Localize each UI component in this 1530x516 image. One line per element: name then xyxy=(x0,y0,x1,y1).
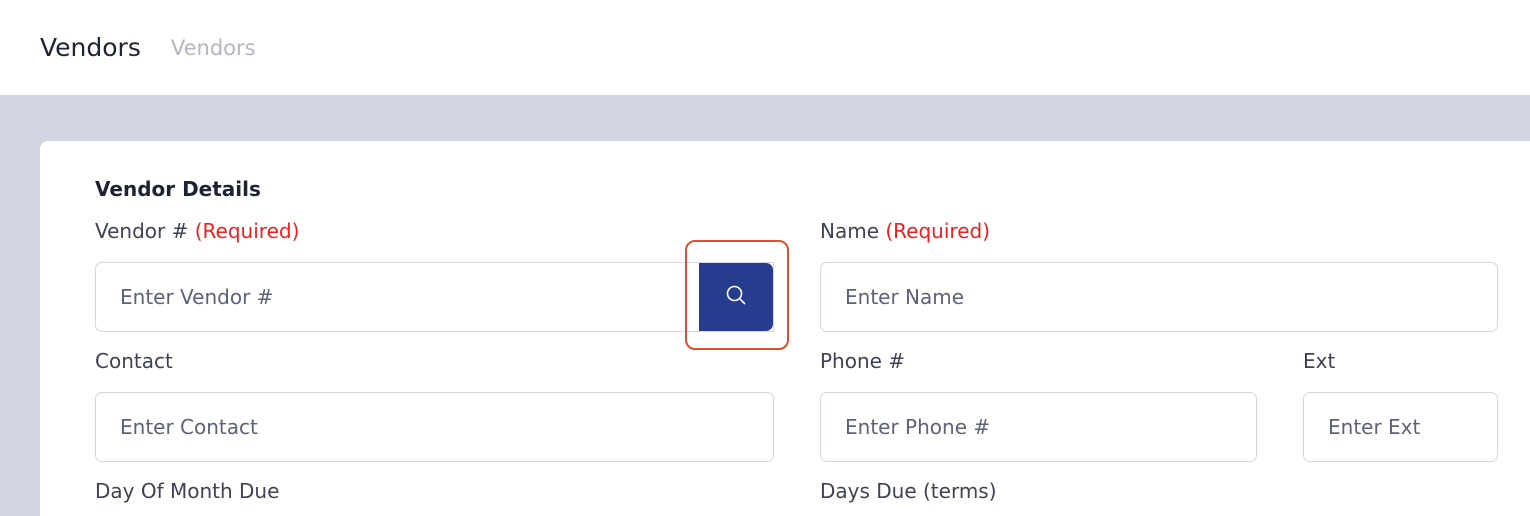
phone-input[interactable] xyxy=(820,392,1257,462)
required-indicator: (Required) xyxy=(194,219,300,243)
section-title: Vendor Details xyxy=(95,177,261,201)
vendor-details-card: Vendor Details Vendor # (Required) Name … xyxy=(40,141,1530,516)
required-indicator: (Required) xyxy=(885,219,990,243)
contact-label: Contact xyxy=(95,349,173,373)
vendor-number-label: Vendor # (Required) xyxy=(95,219,299,243)
highlight-box xyxy=(685,240,789,350)
phone-label: Phone # xyxy=(820,349,906,373)
days-due-label: Days Due (terms) xyxy=(820,479,997,503)
vendor-number-input[interactable] xyxy=(95,262,774,332)
page-title: Vendors xyxy=(40,33,141,62)
breadcrumb[interactable]: Vendors xyxy=(171,36,256,60)
ext-input[interactable] xyxy=(1303,392,1498,462)
contact-input[interactable] xyxy=(95,392,774,462)
day-of-month-due-label: Day Of Month Due xyxy=(95,479,280,503)
name-label: Name (Required) xyxy=(820,219,990,243)
name-label-text: Name xyxy=(820,219,880,243)
vendor-number-label-text: Vendor # xyxy=(95,219,189,243)
ext-label: Ext xyxy=(1303,349,1336,373)
top-bar: Vendors Vendors xyxy=(0,0,1530,95)
name-input[interactable] xyxy=(820,262,1498,332)
